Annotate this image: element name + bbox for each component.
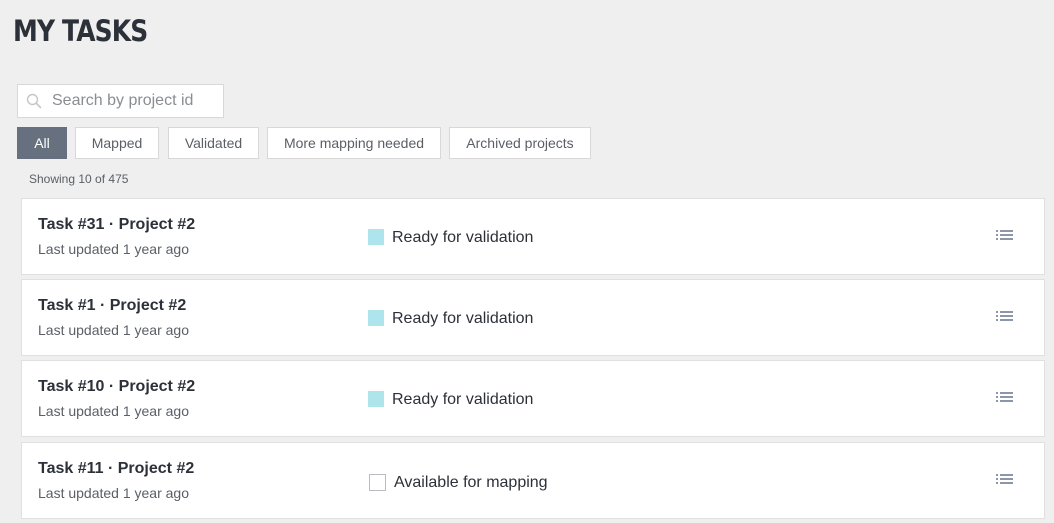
task-title[interactable]: Task #1 · Project #2 (38, 297, 186, 315)
search-icon (26, 93, 42, 109)
task-card[interactable]: Task #1 · Project #2 Last updated 1 year… (21, 279, 1045, 356)
list-icon[interactable] (996, 473, 1013, 487)
task-card[interactable]: Task #10 · Project #2 Last updated 1 yea… (21, 360, 1045, 437)
status-swatch-icon (369, 474, 386, 491)
search-box[interactable] (17, 84, 224, 118)
results-count: Showing 10 of 475 (29, 172, 129, 186)
filter-mapped-button[interactable]: Mapped (75, 127, 159, 159)
task-card[interactable]: Task #11 · Project #2 Last updated 1 yea… (21, 442, 1045, 519)
list-icon[interactable] (996, 310, 1013, 324)
task-updated-text: Last updated 1 year ago (38, 322, 190, 338)
filter-validated-button[interactable]: Validated (168, 127, 259, 159)
task-title[interactable]: Task #11 · Project #2 (38, 460, 194, 478)
task-status-label: Available for mapping (394, 474, 548, 491)
task-updated-text: Last updated 1 year ago (38, 485, 190, 501)
list-icon[interactable] (996, 229, 1013, 243)
page-title: MY TASKS (13, 14, 148, 48)
filter-all-button[interactable]: All (17, 127, 67, 159)
status-swatch-icon (368, 391, 384, 407)
task-status-label: Ready for validation (392, 391, 534, 408)
task-updated-text: Last updated 1 year ago (38, 403, 190, 419)
search-input[interactable] (52, 85, 220, 117)
task-title[interactable]: Task #10 · Project #2 (38, 378, 195, 396)
filter-more-mapping-needed-button[interactable]: More mapping needed (267, 127, 441, 159)
list-icon[interactable] (996, 391, 1013, 405)
status-swatch-icon (368, 229, 384, 245)
task-updated-text: Last updated 1 year ago (38, 241, 190, 257)
task-title[interactable]: Task #31 · Project #2 (38, 216, 195, 234)
filter-archived-projects-button[interactable]: Archived projects (449, 127, 591, 159)
task-status-label: Ready for validation (392, 229, 534, 246)
task-card[interactable]: Task #31 · Project #2 Last updated 1 yea… (21, 198, 1045, 275)
task-status-label: Ready for validation (392, 310, 534, 327)
status-swatch-icon (368, 310, 384, 326)
